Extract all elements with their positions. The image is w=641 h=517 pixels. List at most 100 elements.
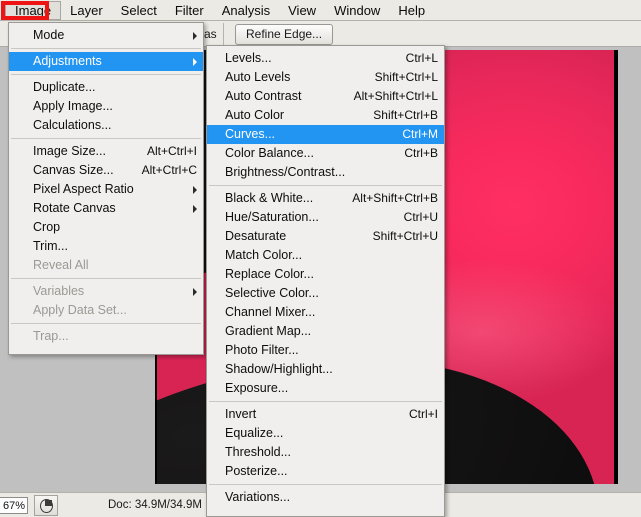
menubar-item-analysis[interactable]: Analysis — [213, 1, 279, 20]
menu-item-label: Apply Image... — [33, 99, 113, 113]
image-menu-item-calculations[interactable]: Calculations... — [9, 116, 203, 135]
menubar-item-image[interactable]: Image — [5, 0, 62, 20]
adjustments-item-auto-levels[interactable]: Auto Levels Shift+Ctrl+L — [207, 68, 444, 87]
adjustments-item-curves[interactable]: Curves... Ctrl+M — [207, 125, 444, 144]
image-menu-item-mode[interactable]: Mode — [9, 26, 203, 45]
image-menu-item-image-size[interactable]: Image Size... Alt+Ctrl+I — [9, 142, 203, 161]
image-menu-item-pixel-aspect-ratio[interactable]: Pixel Aspect Ratio — [9, 180, 203, 199]
adjustments-item-brightness-contrast[interactable]: Brightness/Contrast... — [207, 163, 444, 182]
menu-separator — [11, 278, 201, 279]
menu-item-label: Desaturate — [225, 229, 287, 243]
adjustments-item-channel-mixer[interactable]: Channel Mixer... — [207, 303, 444, 322]
menu-item-label: Invert — [225, 407, 257, 421]
adjustments-item-variations[interactable]: Variations... — [207, 488, 444, 507]
adjustments-item-equalize[interactable]: Equalize... — [207, 424, 444, 443]
menu-item-label: Selective Color... — [225, 286, 319, 300]
menubar-item-help[interactable]: Help — [389, 1, 434, 20]
menu-item-label: Pixel Aspect Ratio — [33, 182, 134, 196]
menu-item-label: Brightness/Contrast... — [225, 165, 346, 179]
submenu-arrow-icon — [193, 185, 197, 194]
refine-edge-button[interactable]: Refine Edge... — [235, 24, 334, 45]
menu-separator — [209, 185, 442, 186]
menu-item-shortcut: Ctrl+L — [405, 51, 438, 65]
image-menu-item-apply-image[interactable]: Apply Image... — [9, 97, 203, 116]
image-menu-item-crop[interactable]: Crop — [9, 218, 203, 237]
menu-item-label: Exposure... — [225, 381, 289, 395]
menu-separator — [11, 48, 201, 49]
image-menu-item-adjustments[interactable]: Adjustments — [9, 52, 203, 71]
adjustments-item-levels[interactable]: Levels... Ctrl+L — [207, 49, 444, 68]
image-dropdown-menu[interactable]: Mode Adjustments Duplicate... Apply Image..… — [8, 22, 204, 355]
adjustments-submenu[interactable]: Levels... Ctrl+L Auto Levels Shift+Ctrl+L Au… — [206, 45, 445, 517]
menu-item-label: Hue/Saturation... — [225, 210, 319, 224]
menu-item-shortcut: Alt+Shift+Ctrl+B — [352, 191, 438, 205]
options-separator — [223, 23, 224, 45]
menu-item-label: Black & White... — [225, 191, 314, 205]
adjustments-item-invert[interactable]: Invert Ctrl+I — [207, 405, 444, 424]
adjustments-item-match-color[interactable]: Match Color... — [207, 246, 444, 265]
menu-item-shortcut: Shift+Ctrl+U — [372, 229, 438, 243]
submenu-arrow-icon — [193, 204, 197, 213]
adjustments-item-gradient-map[interactable]: Gradient Map... — [207, 322, 444, 341]
zoom-level-input[interactable]: 67% — [0, 496, 28, 514]
menu-separator — [11, 138, 201, 139]
menubar-item-select[interactable]: Select — [112, 1, 166, 20]
menu-item-label: Reveal All — [33, 258, 89, 272]
adjustments-item-auto-contrast[interactable]: Auto Contrast Alt+Shift+Ctrl+L — [207, 87, 444, 106]
options-fragment-label: as — [204, 27, 217, 41]
menu-item-label: Image Size... — [33, 144, 106, 158]
menubar-item-layer[interactable]: Layer — [61, 1, 112, 20]
menubar-item-view[interactable]: View — [279, 1, 325, 20]
adjustments-item-replace-color[interactable]: Replace Color... — [207, 265, 444, 284]
image-menu-item-duplicate[interactable]: Duplicate... — [9, 78, 203, 97]
adjustments-item-auto-color[interactable]: Auto Color Shift+Ctrl+B — [207, 106, 444, 125]
menu-item-label: Crop — [33, 220, 61, 234]
adjustments-item-desaturate[interactable]: Desaturate Shift+Ctrl+U — [207, 227, 444, 246]
menu-item-label: Adjustments — [33, 54, 102, 68]
image-menu-item-canvas-size[interactable]: Canvas Size... Alt+Ctrl+C — [9, 161, 203, 180]
adjustments-item-hue-saturation[interactable]: Hue/Saturation... Ctrl+U — [207, 208, 444, 227]
menu-separator — [209, 484, 442, 485]
image-menu-item-variables: Variables — [9, 282, 203, 301]
menu-item-label: Levels... — [225, 51, 272, 65]
image-menu-item-rotate-canvas[interactable]: Rotate Canvas — [9, 199, 203, 218]
menu-item-label: Posterize... — [225, 464, 288, 478]
menu-item-label: Channel Mixer... — [225, 305, 316, 319]
adjustments-item-color-balance[interactable]: Color Balance... Ctrl+B — [207, 144, 444, 163]
submenu-arrow-icon — [193, 57, 197, 66]
image-menu-item-reveal-all: Reveal All — [9, 256, 203, 275]
adjustments-item-black-white[interactable]: Black & White... Alt+Shift+Ctrl+B — [207, 189, 444, 208]
menu-separator — [11, 323, 201, 324]
image-menu-item-trim[interactable]: Trim... — [9, 237, 203, 256]
menu-item-shortcut: Ctrl+U — [403, 210, 438, 224]
submenu-arrow-icon — [193, 287, 197, 296]
image-menu-item-apply-data-set: Apply Data Set... — [9, 301, 203, 320]
document-size-label: Doc: 34.9M/34.9M — [108, 499, 202, 511]
menu-item-shortcut: Alt+Ctrl+C — [141, 163, 197, 177]
menu-item-shortcut: Ctrl+B — [404, 146, 438, 160]
menu-item-label: Auto Contrast — [225, 89, 302, 103]
menu-item-label: Trap... — [33, 329, 69, 343]
submenu-arrow-icon — [193, 31, 197, 40]
menubar-item-window[interactable]: Window — [325, 1, 389, 20]
menu-separator — [11, 74, 201, 75]
menubar-item-filter[interactable]: Filter — [166, 1, 213, 20]
adjustments-item-selective-color[interactable]: Selective Color... — [207, 284, 444, 303]
menu-item-label: Photo Filter... — [225, 343, 299, 357]
menu-item-label: Color Balance... — [225, 146, 314, 160]
adjustments-item-threshold[interactable]: Threshold... — [207, 443, 444, 462]
menu-item-label: Calculations... — [33, 118, 112, 132]
document-proxy-icon[interactable] — [34, 494, 58, 516]
menu-item-shortcut: Shift+Ctrl+L — [374, 70, 438, 84]
adjustments-item-posterize[interactable]: Posterize... — [207, 462, 444, 481]
menu-item-label: Match Color... — [225, 248, 303, 262]
menu-item-label: Gradient Map... — [225, 324, 312, 338]
menu-item-shortcut: Ctrl+I — [408, 407, 438, 421]
menu-item-shortcut: Alt+Shift+Ctrl+L — [353, 89, 438, 103]
menu-item-label: Equalize... — [225, 426, 284, 440]
adjustments-item-exposure[interactable]: Exposure... — [207, 379, 444, 398]
adjustments-item-photo-filter[interactable]: Photo Filter... — [207, 341, 444, 360]
adjustments-item-shadow-highlight[interactable]: Shadow/Highlight... — [207, 360, 444, 379]
menu-item-label: Trim... — [33, 239, 68, 253]
menu-item-label: Curves... — [225, 127, 276, 141]
